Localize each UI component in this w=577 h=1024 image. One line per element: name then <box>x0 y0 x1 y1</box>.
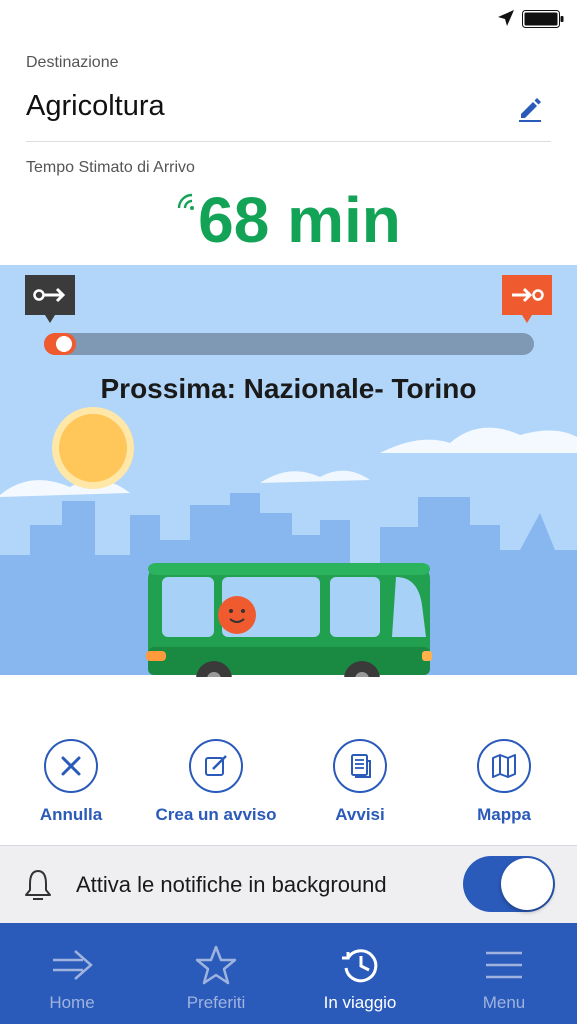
background-notifications-row: Attiva le notifiche in background <box>0 845 577 923</box>
cancel-button-circle[interactable] <box>44 739 98 793</box>
journey-scene: Prossima: Nazionale- Torino <box>0 265 577 677</box>
create-alert-button-label: Crea un avviso <box>155 805 277 824</box>
map-button-circle[interactable] <box>477 739 531 793</box>
destination-value: Agricoltura <box>26 90 165 122</box>
background-notifications-label: Attiva le notifiche in background <box>76 872 387 897</box>
divider <box>26 141 551 142</box>
tab-bar: Home Preferiti In viaggio Menu <box>0 923 577 1024</box>
hamburger-icon <box>486 951 522 979</box>
trip-progress-bar <box>44 333 534 355</box>
close-icon <box>61 756 81 776</box>
pencil-icon[interactable] <box>517 96 543 122</box>
bell-icon <box>25 870 51 900</box>
battery-icon <box>522 10 564 28</box>
background-notifications-toggle[interactable] <box>463 856 555 912</box>
map-button-label: Mappa <box>477 805 531 824</box>
alerts-button[interactable]: Avvisi <box>290 739 430 825</box>
tab-favorites[interactable]: Preferiti <box>144 923 288 1024</box>
edit-note-icon <box>205 755 227 776</box>
eta-caption: Tempo Stimato di Arrivo <box>26 159 195 176</box>
map-button[interactable]: Mappa <box>434 739 574 825</box>
eta-row: 68 min <box>0 180 577 260</box>
tab-in-trip[interactable]: In viaggio <box>288 923 432 1024</box>
create-alert-button[interactable]: Crea un avviso <box>146 739 286 825</box>
alerts-button-circle[interactable] <box>333 739 387 793</box>
arrow-right-icon <box>53 950 93 980</box>
map-icon <box>492 754 516 778</box>
tab-menu-label: Menu <box>482 993 526 1012</box>
cancel-button-label: Annulla <box>39 805 103 824</box>
alerts-button-label: Avvisi <box>335 805 385 824</box>
location-arrow-icon <box>498 10 514 26</box>
create-alert-button-circle[interactable] <box>189 739 243 793</box>
signal-icon <box>177 193 195 210</box>
tab-home[interactable]: Home <box>0 923 144 1024</box>
tab-favorites-label: Preferiti <box>186 993 246 1012</box>
tab-home-label: Home <box>49 993 95 1012</box>
destination-caption: Destinazione <box>26 54 119 71</box>
end-stop-icon <box>502 275 552 323</box>
action-row: Annulla Crea un avviso Avvisi Mappa <box>0 677 577 845</box>
star-icon <box>195 945 237 985</box>
toggle-knob[interactable] <box>501 858 553 910</box>
trip-progress-knob <box>56 336 72 352</box>
tab-in-trip-label: In viaggio <box>323 993 397 1012</box>
next-stop-label: Prossima: Nazionale- Torino <box>100 373 477 404</box>
clock-return-icon <box>342 949 378 983</box>
start-stop-icon <box>25 275 75 323</box>
trip-header: Destinazione Agricoltura Tempo Stimato d… <box>0 40 577 265</box>
tab-menu[interactable]: Menu <box>432 923 576 1024</box>
eta-value: 68 min <box>198 184 401 256</box>
status-bar <box>0 0 577 40</box>
scene-illustration <box>0 265 577 677</box>
document-icon <box>351 754 371 778</box>
cancel-button[interactable]: Annulla <box>1 739 141 825</box>
